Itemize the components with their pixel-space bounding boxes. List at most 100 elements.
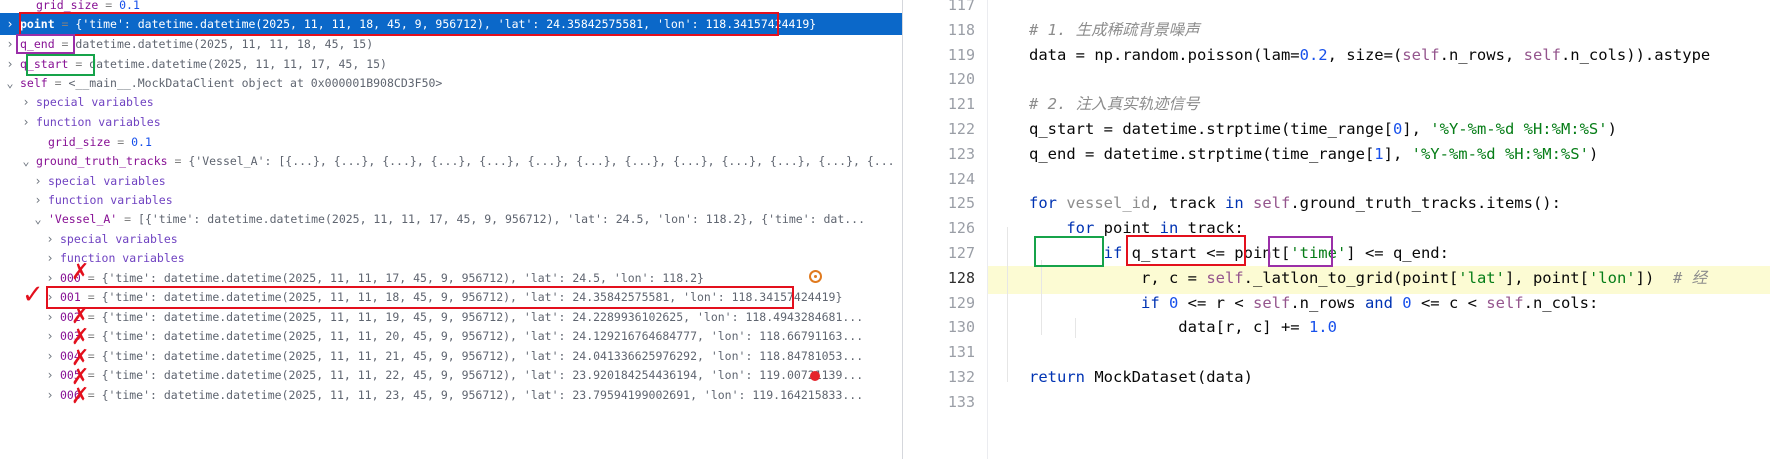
variable-value: [{'time': datetime.datetime(2025, 11, 11… xyxy=(138,212,866,226)
code-line[interactable]: q_start = datetime.strptime(time_range[0… xyxy=(988,115,1770,143)
code-token: self xyxy=(1486,294,1524,312)
variable-row[interactable]: › 005 = {'time': datetime.datetime(2025, … xyxy=(0,364,902,386)
code-token: '%Y-%m-%d %H:%M:%S' xyxy=(1430,120,1608,138)
variable-row[interactable]: › function variables xyxy=(0,247,902,269)
code-token: 'lat' xyxy=(1458,269,1505,287)
variable-name: special variables xyxy=(36,95,154,109)
code-line[interactable]: # 2. 注入真实轨迹信号 xyxy=(988,90,1770,118)
variable-separator: = xyxy=(110,135,132,149)
expand-chevron-icon[interactable]: › xyxy=(20,111,32,133)
code-line[interactable]: return MockDataset(data) xyxy=(988,363,1770,391)
expand-chevron-icon[interactable]: › xyxy=(20,91,32,113)
variable-row[interactable]: ⌄ ground_truth_tracks = {'Vessel_A': [{..… xyxy=(0,150,902,172)
cross-mark-annotation-000: ✗ xyxy=(71,260,90,285)
expand-chevron-icon[interactable]: › xyxy=(44,325,56,347)
code-token: MockDataset(data) xyxy=(1094,368,1253,386)
code-line[interactable]: data[r, c] += 1.0 xyxy=(988,313,1770,341)
code-token: ._latlon_to_grid(point[ xyxy=(1243,269,1459,287)
debug-variables-panel: grid_size = 0.1 › point = {'time': datetim… xyxy=(0,0,902,459)
line-number[interactable]: 123 xyxy=(903,140,975,168)
expand-chevron-icon[interactable]: › xyxy=(44,364,56,386)
code-token: ], xyxy=(1383,145,1412,163)
code-token: <= r < xyxy=(1178,294,1253,312)
variable-row[interactable]: › 003 = {'time': datetime.datetime(2025, … xyxy=(0,325,902,347)
code-token: self xyxy=(1206,269,1244,287)
code-token: 0 xyxy=(1402,294,1412,312)
code-editor[interactable]: 117 118 # 1. 生成稀疏背景噪声 119 data = np.random.p… xyxy=(903,0,1770,459)
line-number[interactable]: 131 xyxy=(903,338,975,366)
code-line[interactable] xyxy=(988,65,1770,93)
code-token: self xyxy=(1523,46,1561,64)
variable-value: {'time': datetime.datetime(2025, 11, 11,… xyxy=(101,329,864,343)
variable-row[interactable]: › special variables xyxy=(0,91,902,113)
expand-chevron-icon[interactable]: › xyxy=(44,247,56,269)
variable-name: self xyxy=(20,76,48,90)
code-token: in xyxy=(1224,194,1253,212)
code-token: .n_cols)).astype xyxy=(1560,46,1711,64)
indent-guide xyxy=(1075,318,1076,338)
variable-row[interactable]: › function variables xyxy=(0,111,902,133)
code-token: # 2. 注入真实轨迹信号 xyxy=(1029,95,1200,113)
code-token: 0.2 xyxy=(1299,46,1328,64)
code-token: q_start = datetime.strptime(time_range[ xyxy=(1029,120,1393,138)
code-token: vessel_id xyxy=(1066,194,1151,212)
line-number[interactable]: 120 xyxy=(903,65,975,93)
code-token: and xyxy=(1364,294,1403,312)
code-line[interactable]: q_end = datetime.strptime(time_range[1],… xyxy=(988,140,1770,168)
code-line[interactable] xyxy=(988,338,1770,366)
variable-separator: = xyxy=(167,154,189,168)
variable-separator: = xyxy=(47,76,69,90)
code-token: .n_rows, xyxy=(1439,46,1524,64)
variable-value: {'time': datetime.datetime(2025, 11, 11,… xyxy=(101,310,864,324)
code-line[interactable]: for point in track: xyxy=(988,214,1770,242)
variable-separator: = xyxy=(117,212,139,226)
code-token: r, c = xyxy=(1029,269,1207,287)
line-number[interactable]: 133 xyxy=(903,388,975,416)
variable-name: function variables xyxy=(48,193,173,207)
line-number[interactable]: 121 xyxy=(903,90,975,118)
code-line[interactable]: # 1. 生成稀疏背景噪声 xyxy=(988,16,1770,44)
variable-row[interactable]: › 006 = {'time': datetime.datetime(2025, … xyxy=(0,384,902,406)
code-token: self xyxy=(1252,294,1291,312)
variable-row[interactable]: ⌄ 'Vessel_A' = [{'time': datetime.datetim… xyxy=(0,208,902,230)
code-token: '%Y-%m-%d %H:%M:%S' xyxy=(1411,145,1589,163)
code-token: 0 xyxy=(1392,120,1403,138)
code-token: if xyxy=(1029,294,1169,312)
annotation-box-item-001 xyxy=(46,286,794,309)
code-token: data = np.random.poisson(lam= xyxy=(1029,46,1300,64)
variable-value: datetime.datetime(2025, 11, 11, 18, 45, … xyxy=(75,37,374,51)
code-line[interactable] xyxy=(988,388,1770,416)
code-token: ]) xyxy=(1635,269,1673,287)
annotation-box-code-point-time xyxy=(1126,235,1246,266)
code-token: ) xyxy=(1607,120,1617,138)
code-token: return xyxy=(1029,368,1095,386)
line-number[interactable]: 126 xyxy=(903,214,975,242)
line-number[interactable]: 132 xyxy=(903,363,975,391)
code-token: ) xyxy=(1588,145,1599,163)
variable-value: datetime.datetime(2025, 11, 11, 17, 45, … xyxy=(89,57,387,71)
line-number[interactable]: 118 xyxy=(903,16,975,44)
line-number[interactable]: 130 xyxy=(903,313,975,341)
expand-chevron-icon[interactable]: › xyxy=(44,384,56,406)
variable-value: {'Vessel_A': [{...}, {...}, {...}, {...}… xyxy=(188,154,895,168)
collapse-chevron-icon[interactable]: ⌄ xyxy=(32,208,44,230)
variable-row[interactable]: › q_end = datetime.datetime(2025, 11, 11,… xyxy=(0,33,902,55)
code-line[interactable]: for vessel_id, track in self.ground_trut… xyxy=(988,189,1770,217)
code-line[interactable]: if q_start <= point['time'] <= q_end: xyxy=(988,239,1770,267)
variable-value: {'time': datetime.datetime(2025, 11, 11,… xyxy=(101,368,864,382)
expand-chevron-icon[interactable]: › xyxy=(4,33,16,55)
line-number[interactable]: 128 xyxy=(903,264,975,292)
variable-name: grid_size xyxy=(48,135,111,149)
line-number[interactable]: 127 xyxy=(903,239,975,267)
breakpoint-icon[interactable] xyxy=(810,371,820,381)
code-token: 'lon' xyxy=(1588,269,1636,287)
code-line[interactable]: r, c = self._latlon_to_grid(point['lat']… xyxy=(988,264,1770,292)
execution-point-icon[interactable] xyxy=(809,270,822,283)
line-number[interactable]: 122 xyxy=(903,115,975,143)
collapse-chevron-icon[interactable]: ⌄ xyxy=(20,150,32,172)
annotation-box-code-q-start xyxy=(1034,236,1104,267)
expand-chevron-icon[interactable]: › xyxy=(4,13,16,35)
code-token: 1.0 xyxy=(1308,318,1337,336)
line-number[interactable]: 125 xyxy=(903,189,975,217)
variable-value: 0.1 xyxy=(131,135,152,149)
